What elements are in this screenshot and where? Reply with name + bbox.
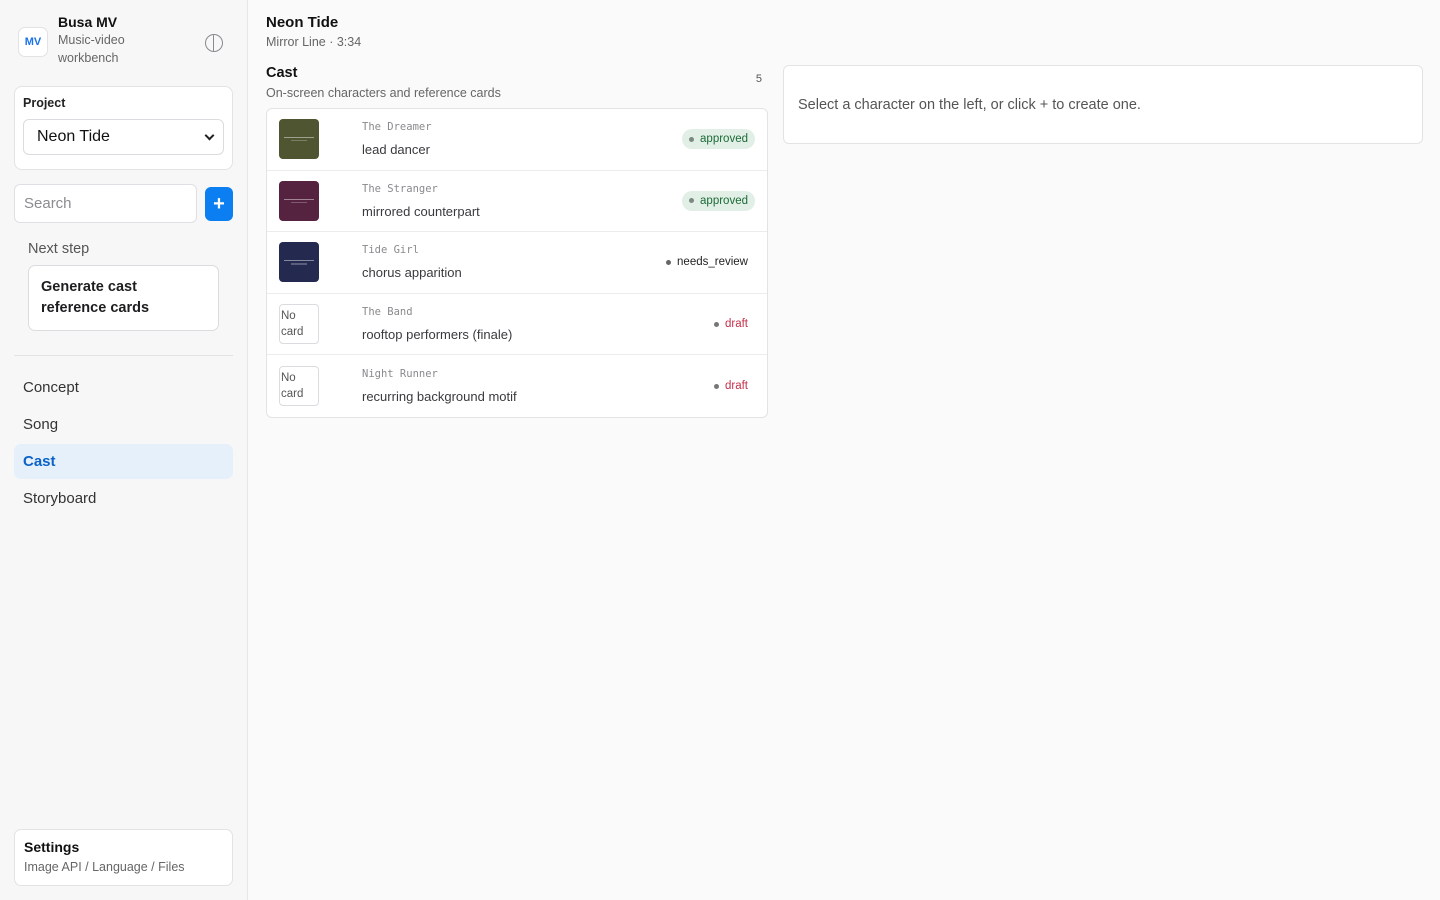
- cast-info: The Band rooftop performers (finale): [362, 306, 512, 342]
- project-select[interactable]: Neon Tide: [23, 119, 224, 155]
- page-title: Neon Tide: [266, 14, 339, 31]
- brand-logo: MV: [18, 27, 48, 57]
- cast-row[interactable]: The Dreamer lead dancer approved: [267, 109, 767, 171]
- search-row: +: [14, 184, 233, 223]
- cast-info: Tide Girl chorus apparition: [362, 244, 462, 280]
- add-character-button[interactable]: +: [205, 186, 233, 221]
- project-label: Project: [23, 96, 66, 110]
- brand-title: Busa MV: [58, 14, 118, 30]
- status-label: approved: [700, 133, 748, 146]
- settings-subtitle: Image API / Language / Files: [24, 860, 185, 874]
- cast-name: The Band: [362, 306, 413, 319]
- no-card-placeholder: No card: [279, 366, 319, 407]
- settings-title: Settings: [24, 839, 80, 855]
- divider: [14, 355, 233, 356]
- status-label: needs_review: [677, 256, 748, 269]
- next-step-button[interactable]: Generate cast reference cards: [28, 265, 219, 331]
- cast-row[interactable]: No card The Band rooftop performers (final…: [267, 294, 767, 356]
- sidebar-item-song[interactable]: Song: [14, 407, 233, 442]
- cast-row[interactable]: Tide Girl chorus apparition needs_review: [267, 232, 767, 294]
- status-badge: approved: [682, 190, 755, 211]
- no-card-placeholder: No card: [279, 304, 319, 345]
- status-dot-icon: [713, 321, 719, 327]
- status-badge: draft: [707, 376, 755, 396]
- next-step: Next step Generate cast reference cards: [14, 241, 233, 331]
- brand: MV Busa MV Music-video workbench: [14, 14, 233, 72]
- next-step-label: Next step: [28, 241, 90, 257]
- chevron-down-icon: [204, 130, 215, 141]
- sidebar-item-storyboard[interactable]: Storyboard: [14, 481, 233, 516]
- status-badge: draft: [707, 314, 755, 334]
- status-dot-icon: [689, 136, 695, 142]
- status-label: draft: [724, 380, 748, 393]
- status-dot-icon: [689, 198, 695, 204]
- sidebar: MV Busa MV Music-video workbench Project…: [0, 0, 248, 900]
- cast-count: 5: [755, 73, 762, 85]
- status-badge: needs_review: [659, 252, 755, 272]
- brand-text: Busa MV Music-video workbench: [58, 14, 148, 67]
- detail-empty-message: Select a character on the left, or click…: [798, 96, 1141, 113]
- sidebar-item-cast[interactable]: Cast: [14, 444, 233, 479]
- reference-card-thumbnail: [279, 119, 319, 160]
- content: Cast On-screen characters and reference …: [266, 65, 1423, 418]
- cast-column: Cast On-screen characters and reference …: [266, 65, 768, 418]
- detail-panel: Select a character on the left, or click…: [783, 65, 1423, 144]
- sidebar-item-concept[interactable]: Concept: [14, 370, 233, 405]
- project-select-value: Neon Tide: [37, 128, 110, 145]
- sidebar-nav: Concept Song Cast Storyboard: [14, 370, 233, 516]
- cast-name: The Dreamer: [362, 121, 432, 134]
- brand-subtitle: Music-video workbench: [58, 33, 125, 65]
- cast-row[interactable]: No card Night Runner recurring background …: [267, 355, 767, 417]
- reference-card-thumbnail: [279, 180, 319, 221]
- status-label: draft: [724, 318, 748, 331]
- cast-name: Night Runner: [362, 368, 438, 381]
- cast-subtitle: On-screen characters and reference cards: [266, 86, 501, 100]
- cast-info: The Dreamer lead dancer: [362, 121, 432, 157]
- app: MV Busa MV Music-video workbench Project…: [0, 0, 1440, 900]
- cast-header: Cast On-screen characters and reference …: [266, 65, 768, 105]
- cast-role: lead dancer: [362, 142, 430, 158]
- status-dot-icon: [713, 383, 719, 389]
- cast-row[interactable]: The Stranger mirrored counterpart approved: [267, 171, 767, 233]
- project-card: Project Neon Tide: [14, 86, 233, 170]
- cast-info: Night Runner recurring background motif: [362, 368, 517, 404]
- page-subtitle: Mirror Line · 3:34: [266, 35, 362, 49]
- cast-list: The Dreamer lead dancer approved The Strang…: [266, 108, 768, 418]
- settings-button[interactable]: Settings Image API / Language / Files: [14, 829, 233, 886]
- cast-role: recurring background motif: [362, 389, 517, 405]
- reference-card-thumbnail: [279, 242, 319, 283]
- status-label: approved: [700, 194, 748, 207]
- cast-name: The Stranger: [362, 182, 438, 195]
- half-circle-icon[interactable]: [205, 34, 223, 52]
- cast-role: chorus apparition: [362, 265, 462, 281]
- cast-role: rooftop performers (finale): [362, 327, 513, 343]
- cast-info: The Stranger mirrored counterpart: [362, 183, 480, 219]
- main: Neon Tide Mirror Line · 3:34 Cast On-scr…: [248, 0, 1440, 900]
- status-dot-icon: [666, 259, 672, 265]
- cast-name: Tide Girl: [362, 244, 419, 257]
- search-input[interactable]: [14, 184, 197, 223]
- status-badge: approved: [682, 129, 755, 150]
- cast-title: Cast: [266, 65, 298, 81]
- cast-role: mirrored counterpart: [362, 203, 480, 219]
